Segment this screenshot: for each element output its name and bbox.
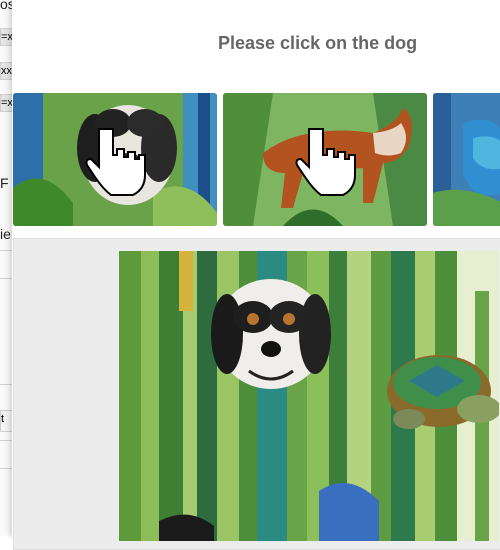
dog-face <box>211 279 331 389</box>
bg-text-fragment: ie <box>0 226 11 242</box>
thumb-bird-partial[interactable] <box>433 93 500 226</box>
bird-partial-image <box>433 93 500 226</box>
thumb-dog-standing[interactable] <box>223 93 427 226</box>
challenge-title: Please click on the dog <box>218 33 418 53</box>
bg-divider <box>0 468 12 469</box>
bg-text-fragment: F <box>0 175 9 191</box>
bg-divider <box>0 278 12 279</box>
example-thumbnails <box>13 93 500 226</box>
challenge-image[interactable] <box>119 251 499 541</box>
bg-divider <box>0 250 12 251</box>
dog-portrait-image <box>13 93 217 226</box>
reeds-dog-turtle-scene <box>119 251 499 541</box>
dog-standing-image <box>223 93 427 226</box>
bg-divider <box>0 440 12 441</box>
thumb-dog-portrait[interactable] <box>13 93 217 226</box>
bg-divider <box>0 384 12 385</box>
